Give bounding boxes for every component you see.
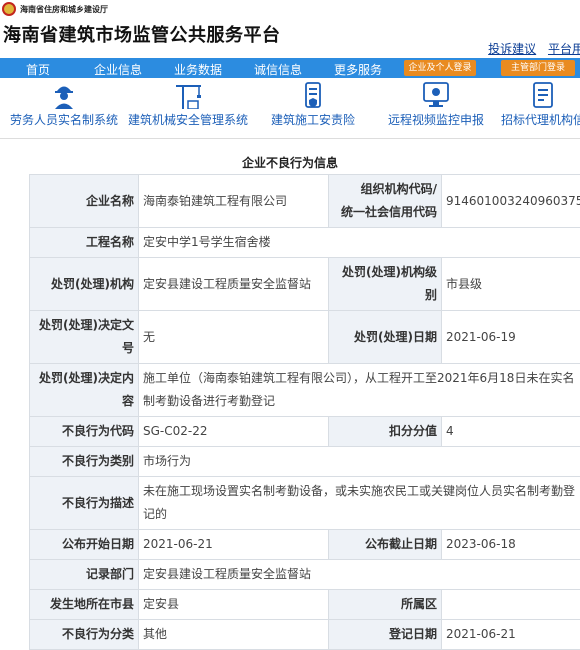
class-label: 不良行为分类 — [30, 620, 139, 650]
category-label: 不良行为类别 — [30, 447, 139, 477]
desc-value: 未在施工现场设置实名制考勤设备，或未实施农民工或关键岗位人员实名制考勤登记的 — [139, 477, 580, 530]
record-dept-value: 定安县建设工程质量安全监督站 — [139, 560, 580, 590]
nav-company-info[interactable]: 企业信息 — [94, 61, 142, 78]
score-value: 4 — [442, 417, 580, 447]
category-value: 市场行为 — [139, 447, 580, 477]
reg-date-value: 2021-06-21 — [442, 620, 580, 650]
table-row: 处罚(处理)决定文号 无 处罚(处理)日期 2021-06-19 — [30, 311, 580, 364]
quick-links: 劳务人员实名制系统 建筑机械安全管理系统 建筑施工安责险 远程视频监控申报 — [0, 78, 580, 132]
main-nav: 首页 企业信息 业务数据 诚信信息 更多服务 企业及个人登录 主管部门登录 — [0, 58, 580, 78]
table-row: 不良行为分类 其他 登记日期 2021-06-21 — [30, 620, 580, 650]
quick-link-machinery[interactable]: 建筑机械安全管理系统 — [128, 81, 248, 128]
table-row: 处罚(处理)决定内容 施工单位（海南泰铂建筑工程有限公司），从工程开工至2021… — [30, 364, 580, 417]
class-value: 其他 — [139, 620, 329, 650]
start-date-label: 公布开始日期 — [30, 530, 139, 560]
quick-link-label: 建筑机械安全管理系统 — [128, 111, 248, 128]
company-login-button[interactable]: 企业及个人登录 — [404, 60, 476, 76]
table-row: 企业名称 海南泰铂建筑工程有限公司 组织机构代码/ 统一社会信用代码 91460… — [30, 175, 580, 228]
top-links: 投诉建议 平台用 — [480, 40, 580, 57]
org-code-label-line2: 统一社会信用代码 — [333, 201, 437, 224]
quick-link-video-monitor[interactable]: 远程视频监控申报 — [387, 81, 485, 128]
reg-date-label: 登记日期 — [329, 620, 442, 650]
company-name-value: 海南泰铂建筑工程有限公司 — [139, 175, 329, 228]
doc-no-label: 处罚(处理)决定文号 — [30, 311, 139, 364]
nav-more-services[interactable]: 更多服务 — [334, 61, 382, 78]
company-name-label: 企业名称 — [30, 175, 139, 228]
nav-business-data[interactable]: 业务数据 — [174, 61, 222, 78]
penalty-date-label: 处罚(处理)日期 — [329, 311, 442, 364]
end-date-value: 2023-06-18 — [442, 530, 580, 560]
quick-link-insurance[interactable]: 建筑施工安责险 — [270, 81, 356, 128]
table-row: 发生地所在市县 定安县 所属区 — [30, 590, 580, 620]
table-row: 记录部门 定安县建设工程质量安全监督站 — [30, 560, 580, 590]
district-label: 所属区 — [329, 590, 442, 620]
penalty-date-value: 2021-06-19 — [442, 311, 580, 364]
worker-icon — [49, 81, 79, 109]
table-row: 处罚(处理)机构 定安县建设工程质量安全监督站 处罚(处理)机构级别 市县级 — [30, 258, 580, 311]
agency-value: 定安县建设工程质量安全监督站 — [139, 258, 329, 311]
doc-no-value: 无 — [139, 311, 329, 364]
nav-credit-info[interactable]: 诚信信息 — [254, 61, 302, 78]
desc-label: 不良行为描述 — [30, 477, 139, 530]
complaint-link[interactable]: 投诉建议 — [488, 42, 536, 56]
quick-link-label: 招标代理机构信 — [500, 111, 580, 128]
authority-login-button[interactable]: 主管部门登录 — [501, 60, 575, 76]
table-row: 不良行为描述 未在施工现场设置实名制考勤设备，或未实施农民工或关键岗位人员实名制… — [30, 477, 580, 530]
table-row: 工程名称 定安中学1号学生宿舍楼 — [30, 228, 580, 258]
quick-link-label: 远程视频监控申报 — [387, 111, 485, 128]
org-code-label-line1: 组织机构代码/ — [333, 178, 437, 201]
site-title: 海南省建筑市场监管公共服务平台 — [3, 21, 281, 47]
platform-link[interactable]: 平台用 — [548, 42, 580, 56]
site-header: 海南省住房和城乡建设厅 海南省建筑市场监管公共服务平台 投诉建议 平台用 — [0, 0, 580, 58]
page-title: 企业不良行为信息 — [0, 154, 580, 171]
city-label: 发生地所在市县 — [30, 590, 139, 620]
quick-link-label: 建筑施工安责险 — [270, 111, 356, 128]
nav-home[interactable]: 首页 — [26, 61, 50, 78]
header-divider — [0, 138, 580, 139]
start-date-value: 2021-06-21 — [139, 530, 329, 560]
agency-label: 处罚(处理)机构 — [30, 258, 139, 311]
record-dept-label: 记录部门 — [30, 560, 139, 590]
table-row: 不良行为类别 市场行为 — [30, 447, 580, 477]
table-row: 公布开始日期 2021-06-21 公布截止日期 2023-06-18 — [30, 530, 580, 560]
monitor-icon — [420, 81, 452, 109]
insurance-icon — [298, 81, 328, 109]
code-value: SG-C02-22 — [139, 417, 329, 447]
emblem-icon — [2, 2, 16, 16]
agency-level-label: 处罚(处理)机构级别 — [329, 258, 442, 311]
district-value — [442, 590, 580, 620]
quick-link-labor[interactable]: 劳务人员实名制系统 — [10, 81, 118, 128]
bad-behavior-table: 企业名称 海南泰铂建筑工程有限公司 组织机构代码/ 统一社会信用代码 91460… — [29, 174, 580, 650]
code-label: 不良行为代码 — [30, 417, 139, 447]
content-label: 处罚(处理)决定内容 — [30, 364, 139, 417]
agency-level-value: 市县级 — [442, 258, 580, 311]
quick-link-bidding-agency[interactable]: 招标代理机构信 — [500, 81, 580, 128]
end-date-label: 公布截止日期 — [329, 530, 442, 560]
crane-icon — [173, 81, 203, 109]
project-value: 定安中学1号学生宿舍楼 — [139, 228, 580, 258]
content-value: 施工单位（海南泰铂建筑工程有限公司），从工程开工至2021年6月18日未在实名制… — [139, 364, 580, 417]
org-code-value: 914601003240960375 — [442, 175, 580, 228]
project-label: 工程名称 — [30, 228, 139, 258]
score-label: 扣分分值 — [329, 417, 442, 447]
city-value: 定安县 — [139, 590, 329, 620]
dept-name: 海南省住房和城乡建设厅 — [20, 4, 108, 15]
org-code-label: 组织机构代码/ 统一社会信用代码 — [329, 175, 442, 228]
dept-logo: 海南省住房和城乡建设厅 — [2, 2, 108, 16]
quick-link-label: 劳务人员实名制系统 — [10, 111, 118, 128]
table-row: 不良行为代码 SG-C02-22 扣分分值 4 — [30, 417, 580, 447]
document-icon — [528, 81, 558, 109]
